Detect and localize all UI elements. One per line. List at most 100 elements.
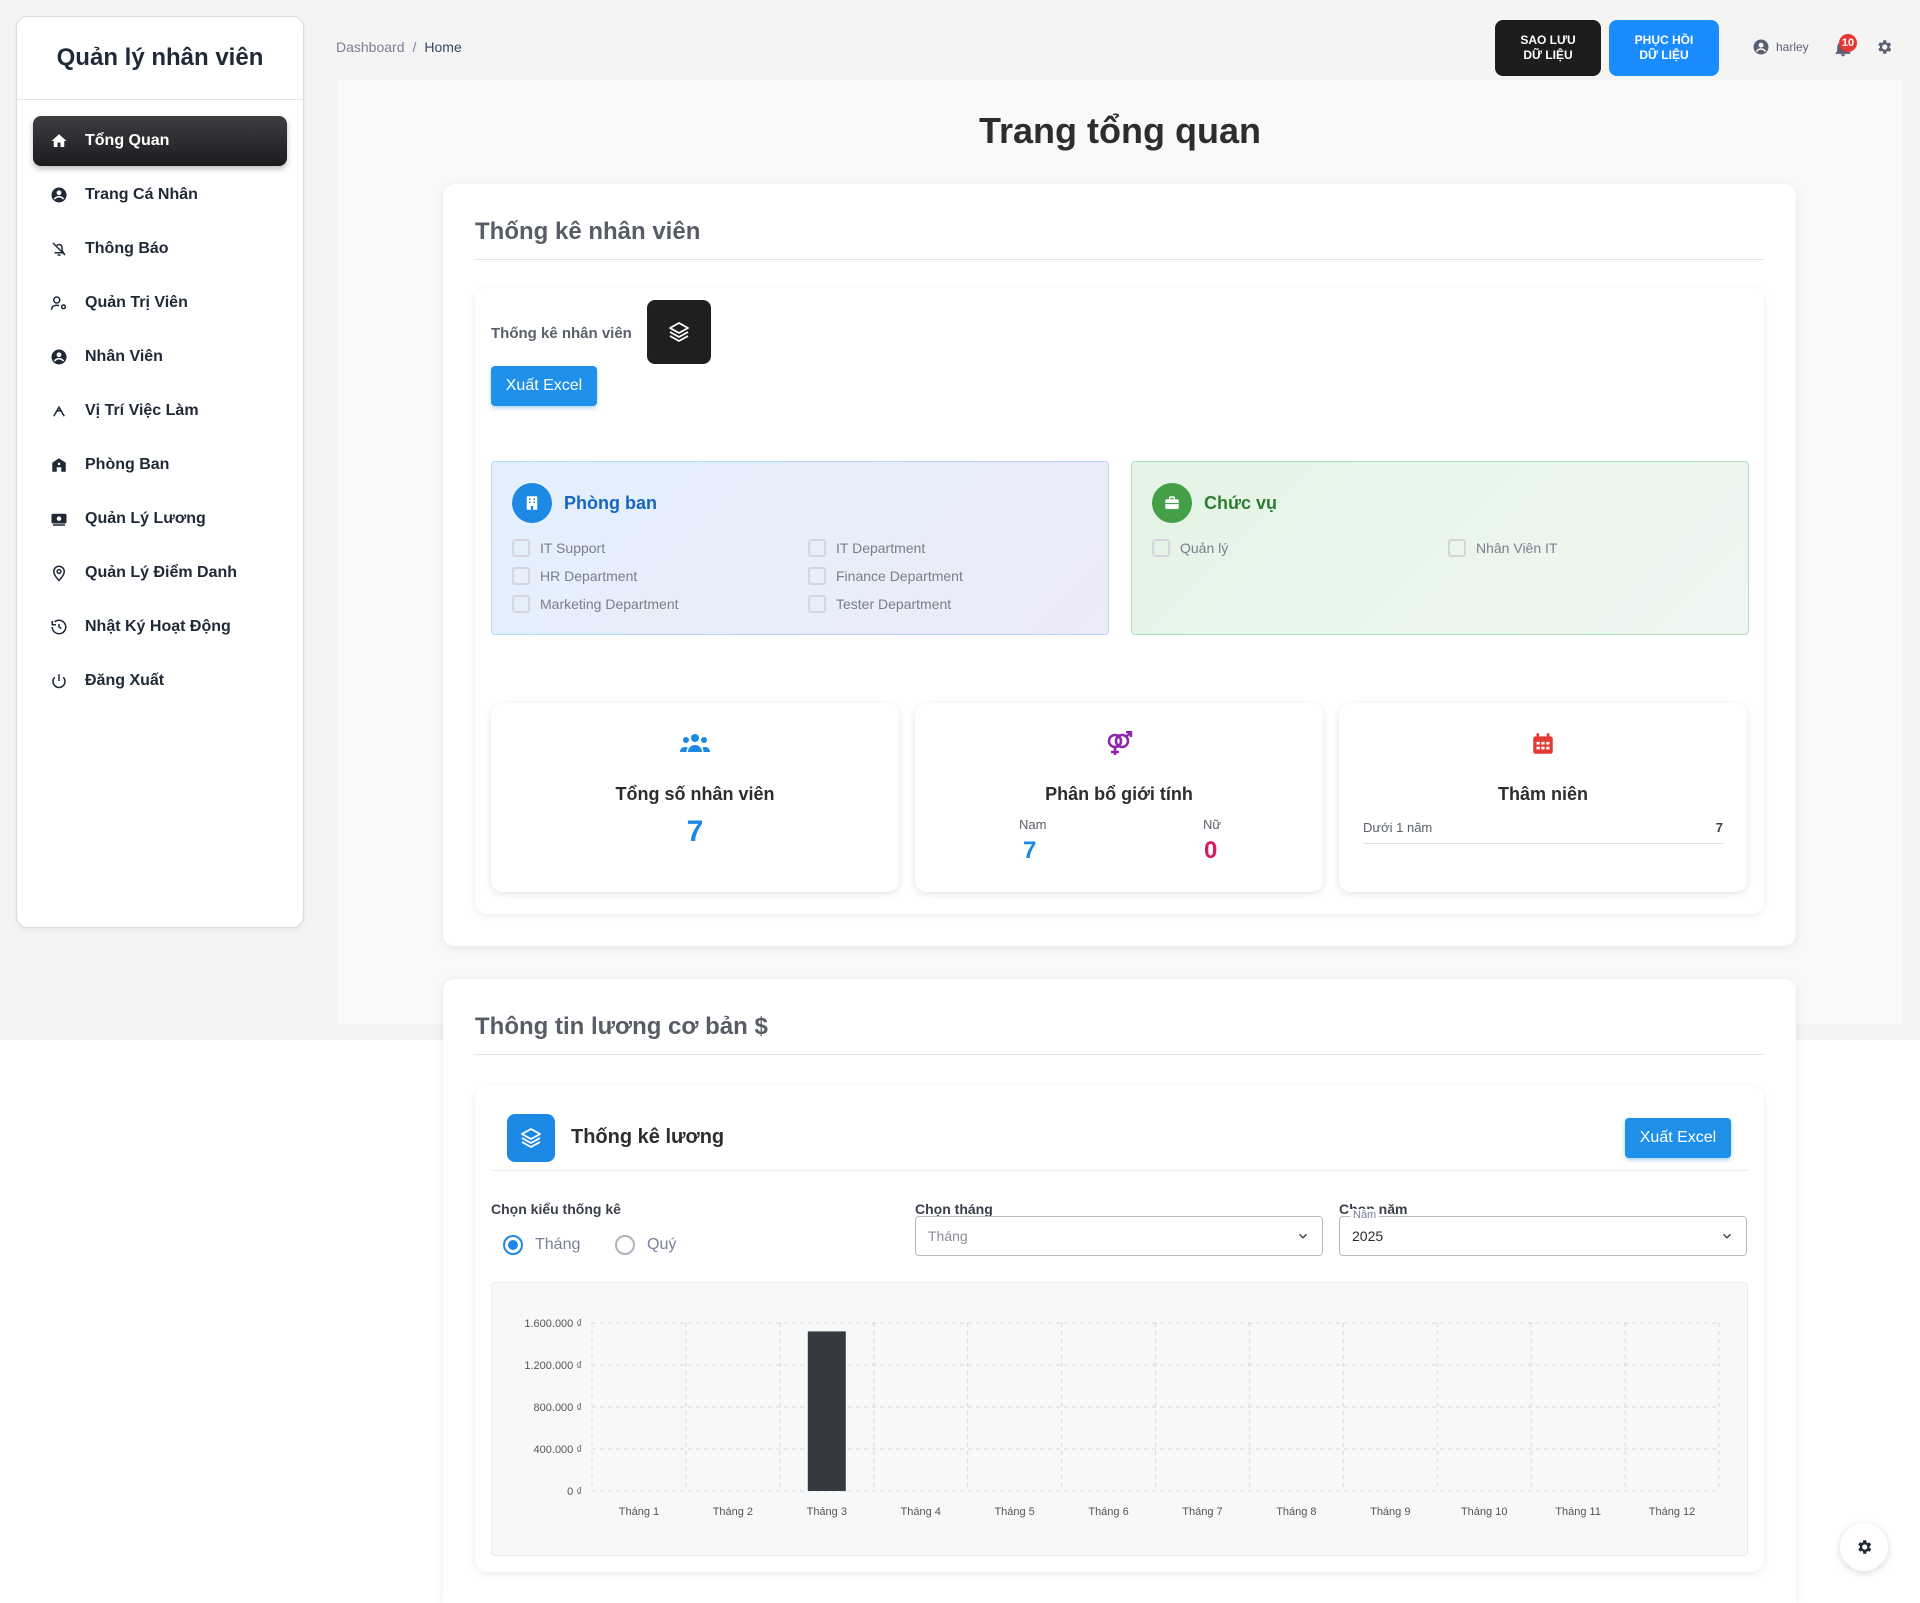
- radio-label: Tháng: [535, 1236, 581, 1253]
- backup-line-2: DỮ LIỆU: [1523, 48, 1573, 62]
- briefcase-icon: [1165, 496, 1179, 509]
- checkbox-hr-department[interactable]: HR Department: [512, 567, 637, 585]
- y-tick-label: 1.200.000 ₫: [524, 1360, 582, 1372]
- position-icon-circle: [1152, 483, 1192, 523]
- sidebar-item-trang-ca-nhan[interactable]: Trang Cá Nhân: [33, 170, 287, 220]
- breadcrumb-separator: /: [412, 39, 417, 55]
- month-select[interactable]: Tháng: [915, 1216, 1323, 1256]
- breadcrumb: Dashboard / Home: [336, 39, 462, 55]
- male-value: 7: [1023, 837, 1037, 864]
- x-tick-label: Tháng 2: [713, 1506, 753, 1518]
- floating-settings-button[interactable]: [1840, 1523, 1888, 1571]
- money-icon: [49, 509, 69, 529]
- seniority-row-label: Dưới 1 năm: [1363, 820, 1433, 835]
- stat-type-label: Chọn kiểu thống kê: [491, 1201, 621, 1217]
- brand-title: Quản lý nhân viên: [17, 17, 303, 100]
- radio-button[interactable]: [503, 1235, 523, 1255]
- salary-panel: Thống kê lương Xuất Excel Chọn kiểu thốn…: [475, 1086, 1764, 1572]
- salary-card: Thông tin lương cơ bản $ Thống kê lương …: [443, 979, 1796, 1603]
- position-filter: Chức vụ Quản lý Nhân Viên IT: [1131, 461, 1749, 635]
- x-tick-label: Tháng 4: [901, 1506, 941, 1518]
- y-tick-label: 1.600.000 ₫: [524, 1318, 582, 1330]
- checkbox-marketing-department[interactable]: Marketing Department: [512, 595, 679, 613]
- radar-icon: [49, 401, 69, 421]
- account-icon: [1753, 39, 1769, 55]
- restore-data-button[interactable]: PHỤC HỒI DỮ LIỆU: [1609, 20, 1719, 76]
- chevron-down-icon: [1722, 1233, 1732, 1239]
- sidebar-item-quan-tri-vien[interactable]: Quản Trị Viên: [33, 278, 287, 328]
- radio-button[interactable]: [615, 1235, 635, 1255]
- restore-line-2: DỮ LIỆU: [1639, 48, 1689, 62]
- checkbox[interactable]: [808, 595, 826, 613]
- user-menu[interactable]: harley: [1752, 38, 1809, 56]
- export-excel-button[interactable]: Xuất Excel: [491, 366, 597, 406]
- checkbox-quan-ly[interactable]: Quản lý: [1152, 539, 1228, 557]
- history-icon: [49, 617, 69, 637]
- female-value: 0: [1204, 837, 1218, 864]
- sidebar-item-quan-ly-luong[interactable]: Quản Lý Lương: [33, 494, 287, 544]
- sidebar-item-dang-xuat[interactable]: Đăng Xuất: [33, 656, 287, 706]
- checkbox[interactable]: [512, 595, 530, 613]
- radio-quy[interactable]: Quý: [615, 1235, 676, 1255]
- sidebar-item-nhan-vien[interactable]: Nhân Viên: [33, 332, 287, 382]
- backup-data-button[interactable]: SAO LƯU DỮ LIỆU: [1495, 20, 1601, 76]
- restore-line-1: PHỤC HỒI: [1634, 33, 1694, 47]
- checkbox-label: IT Department: [836, 540, 926, 556]
- layers-icon-box[interactable]: [647, 300, 711, 364]
- bell-off-icon: [49, 239, 69, 259]
- breadcrumb-root[interactable]: Dashboard: [336, 39, 405, 55]
- checkbox-it-department[interactable]: IT Department: [808, 539, 925, 557]
- building-icon: [526, 496, 538, 510]
- sidebar-item-thong-bao[interactable]: Thông Báo: [33, 224, 287, 274]
- checkbox[interactable]: [1152, 539, 1170, 557]
- checkbox-label: Finance Department: [836, 568, 963, 584]
- sidebar-item-nhat-ky-hoat-dong[interactable]: Nhật Ký Hoạt Động: [33, 602, 287, 652]
- backup-line-1: SAO LƯU: [1520, 33, 1576, 47]
- sidebar-item-label: Phòng Ban: [85, 456, 170, 473]
- checkbox[interactable]: [512, 567, 530, 585]
- year-value: 2025: [1352, 1228, 1384, 1244]
- settings-gear-icon[interactable]: [1875, 38, 1893, 56]
- x-tick-label: Tháng 5: [994, 1506, 1034, 1518]
- home-icon: [49, 131, 69, 151]
- salary-stats-title: Thống kê lương: [571, 1126, 725, 1148]
- sidebar-item-vi-tri-viec-lam[interactable]: Vị Trí Việc Làm: [33, 386, 287, 436]
- seniority-title: Thâm niên: [1497, 784, 1588, 804]
- calendar-icon: [1533, 733, 1553, 754]
- x-tick-label: Tháng 7: [1182, 1506, 1222, 1518]
- sidebar-item-phong-ban[interactable]: Phòng Ban: [33, 440, 287, 490]
- power-icon: [49, 671, 69, 691]
- year-select[interactable]: Năm 2025: [1339, 1209, 1747, 1256]
- total-employees-card: Tổng số nhân viên 7: [491, 703, 899, 892]
- icon-wrap: [491, 731, 899, 757]
- checkbox[interactable]: [1448, 539, 1466, 557]
- checkbox-finance-department[interactable]: Finance Department: [808, 567, 963, 585]
- checkbox-it-support[interactable]: IT Support: [512, 539, 605, 557]
- sidebar-item-tong-quan[interactable]: Tổng Quan: [33, 116, 287, 166]
- x-tick-label: Tháng 6: [1088, 1506, 1128, 1518]
- department-filter: Phòng ban IT Support IT Department HR De…: [491, 461, 1109, 635]
- salary-chart: 0 ₫ 400.000 ₫ 800.000 ₫ 1.200.000 ₫ 1.600.00…: [491, 1282, 1748, 1556]
- x-tick-label: Tháng 10: [1461, 1506, 1507, 1518]
- x-tick-label: Tháng 8: [1276, 1506, 1316, 1518]
- checkbox[interactable]: [512, 539, 530, 557]
- checkbox-tester-department[interactable]: Tester Department: [808, 595, 951, 613]
- month-placeholder: Tháng: [928, 1228, 968, 1244]
- salary-export-excel-button[interactable]: Xuất Excel: [1625, 1118, 1731, 1158]
- year-legend: Năm: [1350, 1209, 1380, 1221]
- radio-thang[interactable]: Tháng: [503, 1235, 580, 1255]
- checkbox[interactable]: [808, 539, 826, 557]
- sidebar-item-label: Nhật Ký Hoạt Động: [85, 618, 231, 635]
- divider: [1363, 843, 1723, 844]
- sidebar-item-label: Tổng Quan: [85, 132, 170, 149]
- sidebar-item-label: Quản Lý Điểm Danh: [85, 564, 238, 581]
- seniority-row-value: 7: [1715, 820, 1723, 835]
- radio-label: Quý: [647, 1236, 677, 1253]
- sidebar-item-quan-ly-diem-danh[interactable]: Quản Lý Điểm Danh: [33, 548, 287, 598]
- location-icon: [49, 563, 69, 583]
- checkbox[interactable]: [808, 567, 826, 585]
- gender-icon: [1107, 731, 1133, 755]
- breadcrumb-current: Home: [424, 39, 462, 55]
- user-circle-icon: [49, 347, 69, 367]
- checkbox-nhan-vien-it[interactable]: Nhân Viên IT: [1448, 539, 1557, 557]
